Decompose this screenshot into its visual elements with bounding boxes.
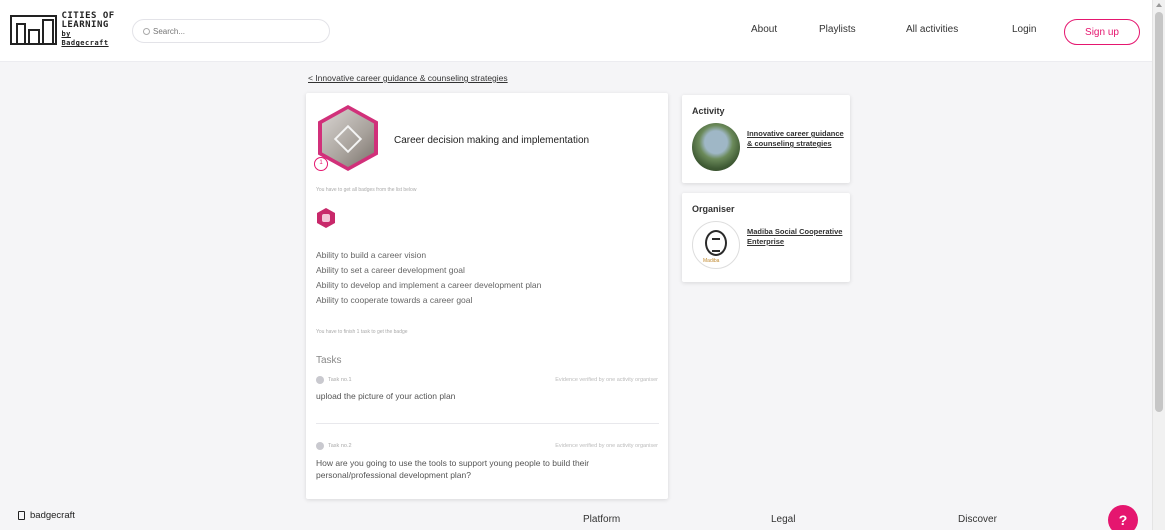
task-description[interactable]: upload the picture of your action plan bbox=[316, 390, 646, 402]
organiser-logo-word: Madiba bbox=[703, 258, 720, 264]
skill-item: Ability to develop and implement a caree… bbox=[316, 280, 542, 290]
task-verification: Evidence verified by one activity organi… bbox=[555, 377, 658, 383]
search-box[interactable] bbox=[132, 19, 330, 43]
search-input[interactable] bbox=[153, 26, 313, 36]
activity-card: Activity Innovative career guidance & co… bbox=[682, 95, 850, 183]
cities-of-learning-logo[interactable]: CITIES OF LEARNING by Badgecraft bbox=[10, 12, 122, 48]
task-avatar-icon bbox=[316, 376, 324, 384]
badge-level-badge: 1 bbox=[314, 157, 328, 171]
scroll-up-arrow-icon[interactable] bbox=[1156, 3, 1162, 7]
city-logo-icon bbox=[10, 15, 58, 45]
nav-about[interactable]: About bbox=[751, 24, 777, 35]
nav-all-activities[interactable]: All activities bbox=[906, 24, 958, 35]
badgecraft-logo-icon bbox=[18, 511, 25, 520]
activity-link[interactable]: Innovative career guidance & counseling … bbox=[747, 129, 847, 149]
all-badges-hint: You have to get all badges from the list… bbox=[316, 187, 417, 193]
logo-text: CITIES OF LEARNING by Badgecraft bbox=[61, 11, 115, 48]
task-verification: Evidence verified by one activity organi… bbox=[555, 443, 658, 449]
badge-emblem-icon bbox=[333, 124, 363, 154]
skill-item: Ability to cooperate towards a career go… bbox=[316, 295, 473, 305]
nav-playlists[interactable]: Playlists bbox=[819, 24, 856, 35]
divider bbox=[316, 423, 659, 424]
organiser-logo[interactable]: Madiba bbox=[692, 221, 740, 269]
badge-title: Career decision making and implementatio… bbox=[394, 135, 590, 146]
task-avatar-icon bbox=[316, 442, 324, 450]
task-label: Task no.2 bbox=[328, 443, 352, 449]
breadcrumb-back-link[interactable]: < Innovative career guidance & counselin… bbox=[308, 73, 508, 83]
organiser-link[interactable]: Madiba Social Cooperative Enterprise bbox=[747, 227, 847, 247]
skill-item: Ability to build a career vision bbox=[316, 250, 427, 260]
task-description[interactable]: How are you going to use the tools to su… bbox=[316, 457, 646, 481]
search-icon bbox=[143, 27, 150, 35]
activity-heading: Activity bbox=[692, 106, 725, 116]
footer-brand[interactable]: badgecraft bbox=[18, 510, 75, 521]
footer-legal[interactable]: Legal bbox=[771, 514, 795, 525]
organiser-emblem-icon bbox=[705, 230, 727, 256]
page-scrollbar[interactable] bbox=[1152, 0, 1165, 530]
skill-item: Ability to set a career development goal bbox=[316, 265, 465, 275]
required-badge-icon[interactable] bbox=[317, 208, 335, 228]
nav-login[interactable]: Login bbox=[1012, 24, 1036, 35]
scrollbar-thumb[interactable] bbox=[1155, 12, 1163, 412]
activity-image[interactable] bbox=[692, 123, 740, 171]
top-header: CITIES OF LEARNING by Badgecraft About P… bbox=[0, 0, 1152, 62]
organiser-heading: Organiser bbox=[692, 204, 735, 214]
badge-card: 1 Career decision making and implementat… bbox=[306, 93, 668, 499]
task-label: Task no.1 bbox=[328, 377, 352, 383]
help-button[interactable]: ? bbox=[1108, 505, 1138, 530]
tasks-heading: Tasks bbox=[316, 355, 342, 366]
organiser-card: Organiser Madiba Madiba Social Cooperati… bbox=[682, 193, 850, 282]
footer-discover[interactable]: Discover bbox=[958, 514, 997, 525]
tasks-hint: You have to finish 1 task to get the bad… bbox=[316, 329, 408, 335]
signup-button[interactable]: Sign up bbox=[1064, 19, 1140, 45]
footer-platform[interactable]: Platform bbox=[583, 514, 620, 525]
